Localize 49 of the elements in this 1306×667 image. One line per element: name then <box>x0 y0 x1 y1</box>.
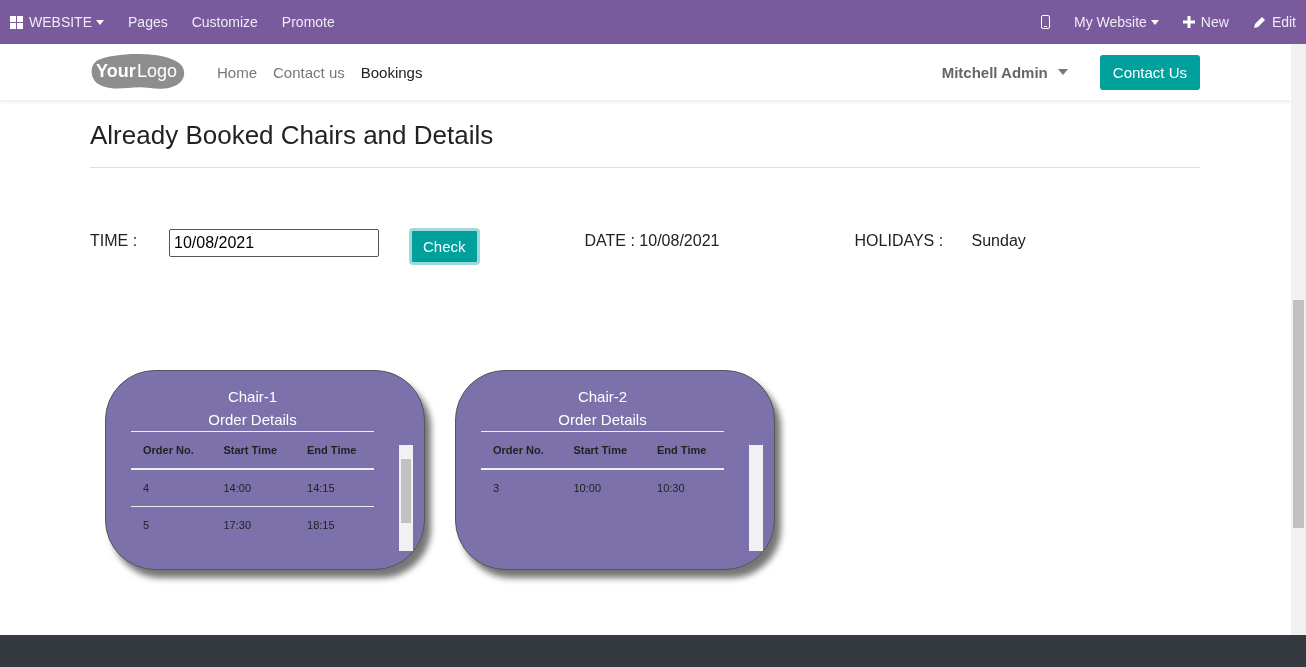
edit-button[interactable]: Edit <box>1252 14 1296 30</box>
table-cell: 17:30 <box>211 506 296 543</box>
holidays-label: HOLIDAYS : <box>854 232 945 250</box>
logo-drawing: YourLogo <box>90 52 186 92</box>
plus-icon <box>1182 16 1195 28</box>
pencil-icon <box>1252 15 1266 29</box>
table-cell: 4 <box>131 469 212 507</box>
nav-link[interactable]: Contact us <box>273 63 345 81</box>
contact-us-button[interactable]: Contact Us <box>1099 54 1200 90</box>
column-header: Order No. <box>131 431 212 469</box>
column-header: Start Time <box>211 431 296 469</box>
table-cell: 14:00 <box>211 469 296 507</box>
column-header: Start Time <box>561 431 646 469</box>
holidays-value: Sunday <box>971 232 1026 250</box>
chair-name: Chair-2 <box>577 387 628 407</box>
caret-icon <box>1057 69 1068 75</box>
mobile-preview-icon[interactable] <box>1041 15 1050 29</box>
column-header: Order No. <box>481 431 562 469</box>
grid-icon <box>10 15 23 29</box>
admin-menu-item[interactable]: Customize <box>191 14 258 30</box>
admin-menu-item[interactable]: Pages <box>128 14 168 30</box>
scrollbar[interactable] <box>399 445 413 551</box>
scrollbar[interactable] <box>749 445 763 551</box>
user-menu[interactable]: Mitchell Admin <box>941 63 1068 81</box>
card-subtitle: Order Details <box>558 410 647 430</box>
table-cell: 10:30 <box>645 469 724 506</box>
admin-menu-item[interactable]: Promote <box>281 14 335 30</box>
nav-link[interactable]: Home <box>217 63 257 81</box>
date-input-field[interactable]: 10/08/2021 <box>169 229 379 257</box>
nav-link[interactable]: Bookings <box>360 63 423 81</box>
caret-icon <box>1150 19 1159 25</box>
column-header: End Time <box>295 431 374 469</box>
date-text: DATE : 10/08/2021 <box>584 232 721 250</box>
my-website-menu[interactable]: My Website <box>1074 14 1159 30</box>
caret-icon <box>96 19 104 25</box>
card-subtitle: Order Details <box>208 410 297 430</box>
new-button[interactable]: New <box>1182 14 1229 30</box>
chair-name: Chair-1 <box>227 387 278 407</box>
table-cell: 18:15 <box>295 506 374 543</box>
page-title: Already Booked Chairs and Details <box>90 120 1200 168</box>
website-menu[interactable]: WEBSITE <box>10 14 104 30</box>
page-scrollbar[interactable] <box>1291 44 1306 635</box>
table-cell: 5 <box>131 506 212 543</box>
check-button[interactable]: Check <box>409 228 480 265</box>
column-header: End Time <box>645 431 724 469</box>
table-cell: 14:15 <box>295 469 374 507</box>
table-cell: 3 <box>481 469 562 506</box>
time-label: TIME : <box>90 232 139 250</box>
table-cell: 10:00 <box>561 469 646 506</box>
